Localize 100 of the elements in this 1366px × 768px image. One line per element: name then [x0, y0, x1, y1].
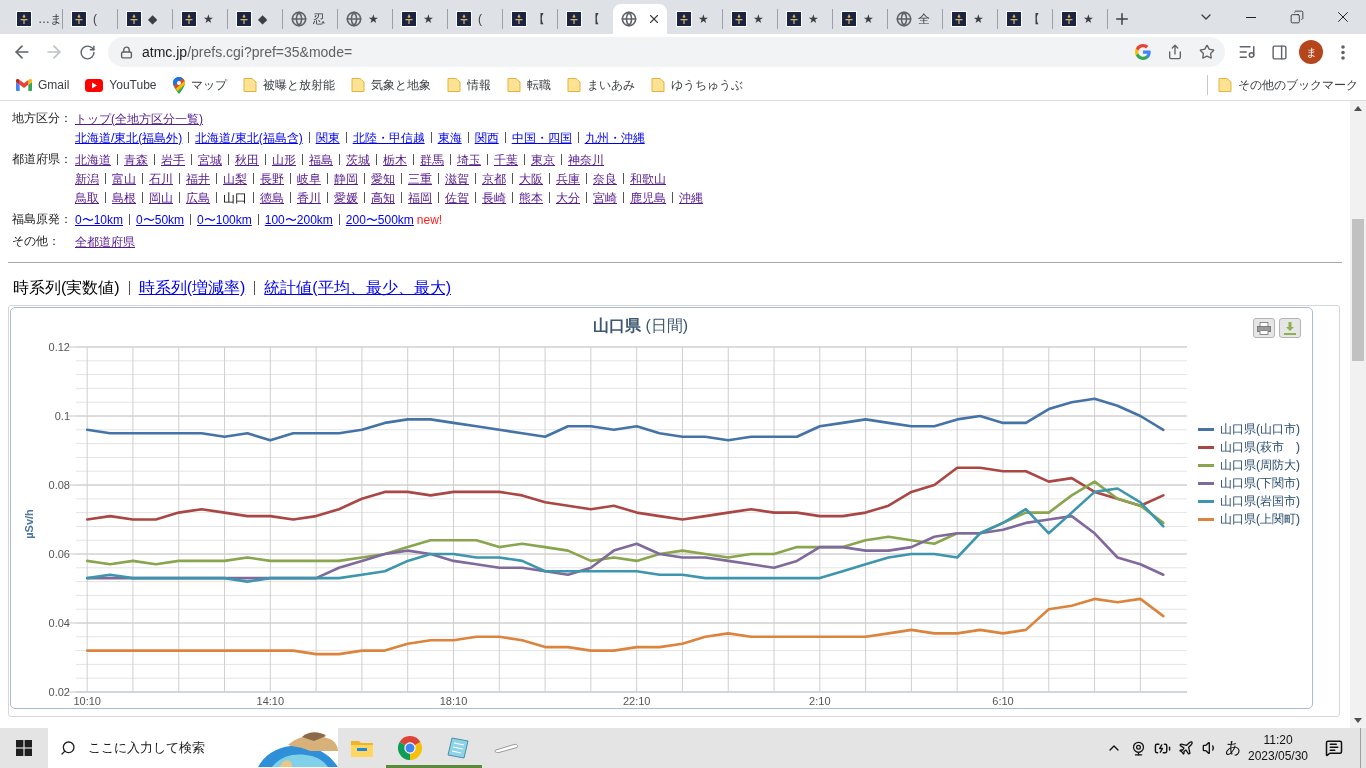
- close-tab-icon[interactable]: [647, 12, 661, 26]
- print-button[interactable]: [1253, 318, 1275, 338]
- browser-tab[interactable]: [613, 4, 667, 34]
- nav-link[interactable]: 北海道/東北(福島含): [195, 128, 303, 147]
- nav-link[interactable]: 鳥取: [75, 188, 99, 207]
- nav-link[interactable]: 0〜100km: [197, 210, 252, 229]
- view-link[interactable]: 時系列(増減率): [138, 276, 246, 300]
- nav-link[interactable]: 島根: [112, 188, 136, 207]
- nav-link[interactable]: 青森: [124, 150, 148, 169]
- nav-link[interactable]: 埼玉: [457, 150, 481, 169]
- nav-link[interactable]: 関東: [315, 128, 340, 147]
- nav-link[interactable]: 全都道府県: [75, 232, 135, 251]
- nav-link[interactable]: 長崎: [482, 188, 506, 207]
- ime-mode-button[interactable]: あ: [1222, 728, 1244, 768]
- browser-tab[interactable]: ★: [1053, 4, 1107, 34]
- browser-tab[interactable]: (: [63, 4, 117, 34]
- scroll-down-icon[interactable]: [1354, 718, 1362, 723]
- nav-link[interactable]: 岩手: [161, 150, 185, 169]
- nav-link[interactable]: 静岡: [334, 169, 358, 188]
- legend-item[interactable]: 山口県(山口市): [1198, 420, 1300, 438]
- nav-link[interactable]: 大阪: [519, 169, 543, 188]
- scroll-up-icon[interactable]: [1354, 106, 1362, 111]
- nav-link[interactable]: 熊本: [519, 188, 543, 207]
- nav-link[interactable]: 和歌山: [630, 169, 666, 188]
- nav-link[interactable]: 鹿児島: [630, 188, 666, 207]
- bookmark-item[interactable]: 気象と地象: [344, 72, 437, 98]
- legend-item[interactable]: 山口県(下関市): [1198, 474, 1300, 492]
- browser-tab[interactable]: ★: [833, 4, 887, 34]
- nav-link[interactable]: 岡山: [149, 188, 173, 207]
- nav-link[interactable]: 新潟: [75, 169, 99, 188]
- nav-link[interactable]: 0〜50km: [136, 210, 185, 229]
- nav-link[interactable]: 京都: [482, 169, 506, 188]
- google-logo-icon[interactable]: [1135, 44, 1151, 60]
- share-icon[interactable]: [1167, 44, 1183, 60]
- nav-link[interactable]: 大分: [556, 188, 580, 207]
- nav-link[interactable]: 長野: [260, 169, 284, 188]
- other-bookmarks-folder[interactable]: その他のブックマーク: [1214, 72, 1362, 98]
- legend-item[interactable]: 山口県(周防大): [1198, 456, 1300, 474]
- browser-tab[interactable]: ◆: [228, 4, 282, 34]
- browser-tab[interactable]: 【: [998, 4, 1052, 34]
- bookmark-item[interactable]: 情報: [440, 72, 497, 98]
- nav-link[interactable]: 東京: [531, 150, 555, 169]
- nav-link[interactable]: 兵庫: [556, 169, 580, 188]
- bookmark-item[interactable]: マップ: [166, 72, 233, 98]
- nav-link[interactable]: 富山: [112, 169, 136, 188]
- nav-link[interactable]: 宮城: [198, 150, 222, 169]
- browser-tab[interactable]: ★: [778, 4, 832, 34]
- scrollbar-thumb[interactable]: [1352, 219, 1364, 361]
- nav-link[interactable]: 福井: [186, 169, 210, 188]
- nav-link[interactable]: 岐阜: [297, 169, 321, 188]
- bookmark-item[interactable]: 被曝と放射能: [236, 72, 341, 98]
- nav-link[interactable]: 東海: [437, 128, 462, 147]
- nav-link[interactable]: 群馬: [420, 150, 444, 169]
- browser-tab[interactable]: (: [448, 4, 502, 34]
- browser-tab[interactable]: ★: [173, 4, 227, 34]
- nav-link[interactable]: 山形: [272, 150, 296, 169]
- browser-tab[interactable]: ◆: [118, 4, 172, 34]
- nav-link[interactable]: 沖縄: [679, 188, 703, 207]
- star-icon[interactable]: [1199, 44, 1215, 60]
- nav-link[interactable]: 九州・沖縄: [584, 128, 645, 147]
- nav-link[interactable]: 三重: [408, 169, 432, 188]
- nav-link[interactable]: 栃木: [383, 150, 407, 169]
- nav-link[interactable]: 関西: [474, 128, 499, 147]
- nav-link[interactable]: 佐賀: [445, 188, 469, 207]
- browser-tab[interactable]: ★: [338, 4, 392, 34]
- browser-tab[interactable]: ★: [668, 4, 722, 34]
- legend-item[interactable]: 山口県(萩市 ): [1198, 438, 1300, 456]
- bookmark-item[interactable]: YouTube: [79, 72, 163, 98]
- nav-link[interactable]: 石川: [149, 169, 173, 188]
- nav-link[interactable]: 宮崎: [593, 188, 617, 207]
- browser-tab[interactable]: ★: [393, 4, 447, 34]
- nav-link[interactable]: 神奈川: [568, 150, 604, 169]
- nav-link[interactable]: 0〜10km: [75, 210, 124, 229]
- nav-link[interactable]: 中国・四国: [511, 128, 572, 147]
- nav-link[interactable]: 秋田: [235, 150, 259, 169]
- legend-item[interactable]: 山口県(岩国市): [1198, 492, 1300, 510]
- nav-link[interactable]: 100〜200km: [264, 210, 333, 229]
- nav-link[interactable]: 愛知: [371, 169, 395, 188]
- search-box[interactable]: ここに入力して検索: [48, 728, 338, 768]
- browser-tab[interactable]: …ま: [8, 4, 62, 34]
- lock-icon[interactable]: [120, 45, 133, 59]
- bookmark-item[interactable]: 転職: [500, 72, 557, 98]
- nav-link[interactable]: 愛媛: [334, 188, 358, 207]
- profile-avatar[interactable]: ま: [1299, 40, 1323, 64]
- nav-link[interactable]: 広島: [186, 188, 210, 207]
- address-bar[interactable]: atmc.jp/prefs.cgi?pref=35&mode=: [108, 37, 1225, 67]
- clock[interactable]: 11:20 2023/05/30: [1244, 728, 1312, 768]
- browser-tab[interactable]: ★: [943, 4, 997, 34]
- browser-tab[interactable]: 【: [558, 4, 612, 34]
- browser-tab[interactable]: ★: [723, 4, 777, 34]
- nav-link[interactable]: 千葉: [494, 150, 518, 169]
- nav-link[interactable]: 福島: [309, 150, 333, 169]
- browser-tab[interactable]: 全: [888, 4, 942, 34]
- bookmark-item[interactable]: ゆうちゅうぶ: [644, 72, 749, 98]
- nav-link[interactable]: 200〜500km: [345, 210, 414, 229]
- bookmark-item[interactable]: まいあみ: [560, 72, 641, 98]
- view-link[interactable]: 統計値(平均、最少、最大): [264, 276, 451, 300]
- nav-link[interactable]: 山梨: [223, 169, 247, 188]
- nav-link[interactable]: 香川: [297, 188, 321, 207]
- bookmark-item[interactable]: Gmail: [10, 72, 76, 98]
